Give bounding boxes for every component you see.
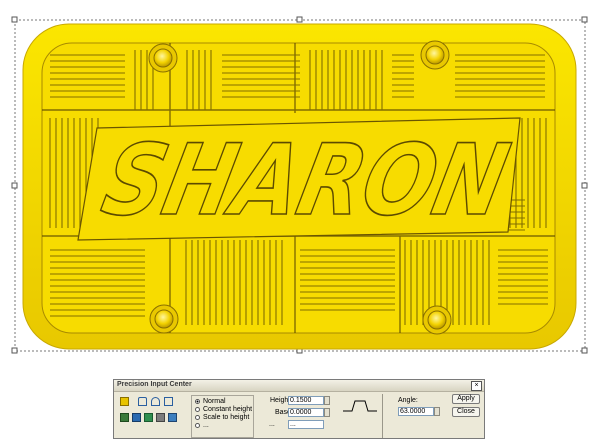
third-label: ... bbox=[269, 421, 275, 428]
shape-a-icon[interactable] bbox=[138, 397, 147, 406]
radio-dot bbox=[195, 423, 200, 428]
angle-label: Angle: bbox=[398, 397, 418, 404]
precision-input-panel: Precision Input Center × Normal Constant… bbox=[113, 379, 485, 439]
license-plate: SHARON bbox=[22, 23, 577, 350]
base-field[interactable]: 0.0000 bbox=[288, 408, 324, 417]
shape-b-icon[interactable] bbox=[151, 397, 160, 406]
radio-scale-to-height[interactable]: Scale to height bbox=[195, 414, 249, 421]
tool-b-icon[interactable] bbox=[132, 413, 141, 422]
third-field[interactable]: ... bbox=[288, 420, 324, 429]
apply-button[interactable]: Apply bbox=[452, 394, 480, 404]
radio-dot bbox=[195, 415, 200, 420]
radio-dot bbox=[195, 399, 200, 404]
height-spinner[interactable] bbox=[324, 396, 330, 405]
radio-fourth-option[interactable]: ... bbox=[195, 422, 209, 429]
tool-c-icon[interactable] bbox=[144, 413, 153, 422]
angle-field[interactable]: 63.0000 bbox=[398, 407, 434, 416]
base-spinner[interactable] bbox=[324, 408, 330, 417]
radio-normal[interactable]: Normal bbox=[195, 398, 226, 405]
panel-close-icon[interactable]: × bbox=[471, 381, 482, 391]
shape-c-icon[interactable] bbox=[164, 397, 173, 406]
panel-titlebar[interactable]: Precision Input Center × bbox=[114, 380, 484, 392]
height-field[interactable]: 0.1500 bbox=[288, 396, 324, 405]
close-button[interactable]: Close bbox=[452, 407, 480, 417]
panel-title: Precision Input Center bbox=[117, 381, 192, 388]
radio-dot bbox=[195, 407, 200, 412]
plate-name: SHARON bbox=[93, 124, 517, 238]
tool-e-icon[interactable] bbox=[168, 413, 177, 422]
tool-d-icon[interactable] bbox=[156, 413, 165, 422]
panel-divider bbox=[382, 394, 383, 438]
profile-preview bbox=[343, 400, 377, 412]
design-canvas[interactable]: SHARON bbox=[0, 0, 600, 366]
angle-spinner[interactable] bbox=[434, 407, 440, 416]
swatch-icon[interactable] bbox=[120, 397, 129, 406]
tool-a-icon[interactable] bbox=[120, 413, 129, 422]
radio-constant-height[interactable]: Constant height bbox=[195, 406, 252, 413]
